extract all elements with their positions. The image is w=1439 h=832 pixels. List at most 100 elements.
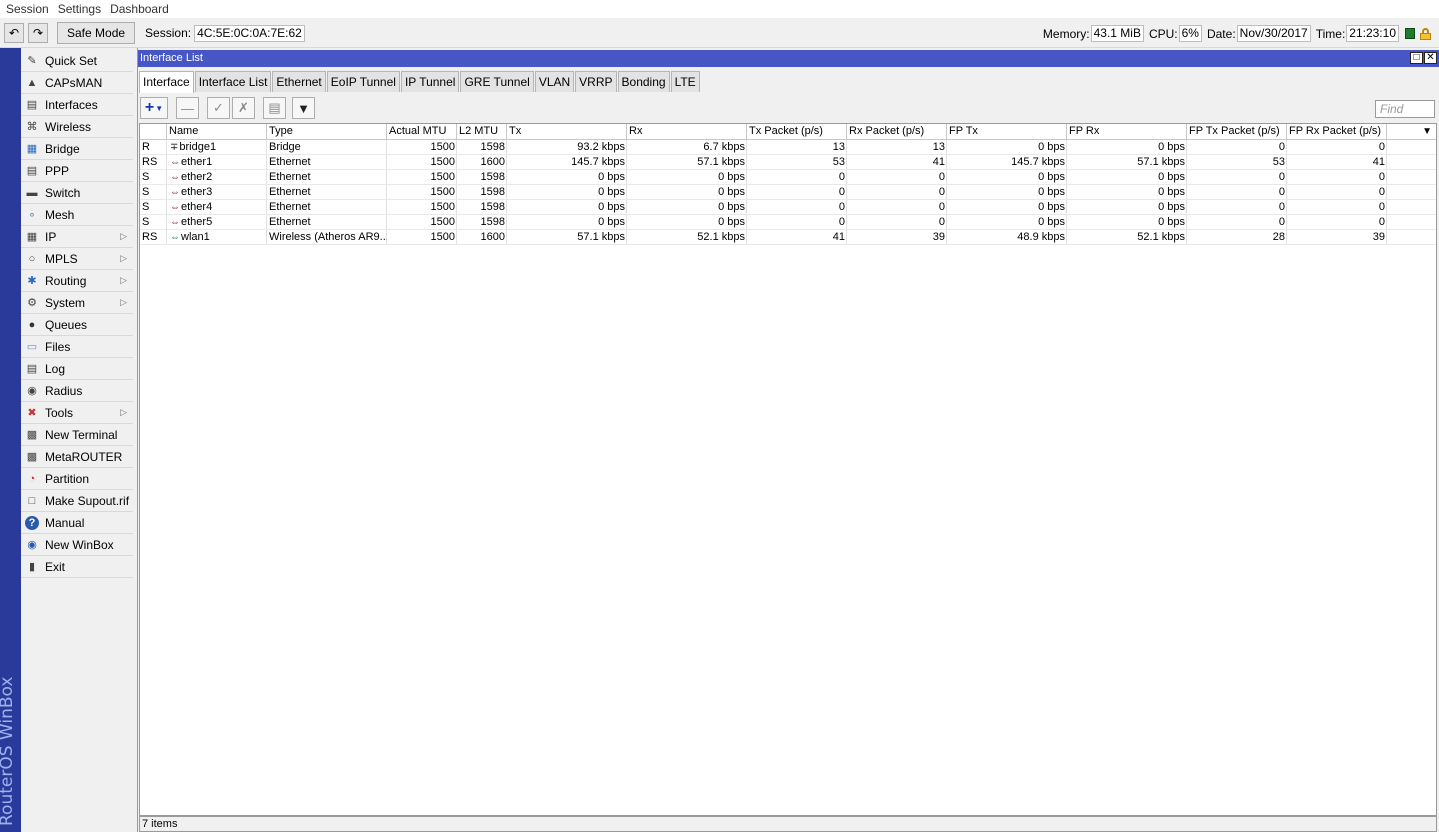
sidebar-item-system[interactable]: ⚙ System ▷ xyxy=(21,292,133,314)
row-fprx: 0 bps xyxy=(1158,216,1185,228)
maximize-button[interactable]: □ xyxy=(1410,52,1423,64)
sidebar-item-ppp[interactable]: ▤ PPP xyxy=(21,160,133,182)
sidebar-item-mesh[interactable]: ∘ Mesh xyxy=(21,204,133,226)
radius-icon: ◉ xyxy=(27,385,37,397)
column-header-fp-rx-packet-p-s[interactable]: FP Rx Packet (p/s) xyxy=(1287,124,1387,140)
redo-button[interactable]: ↷ xyxy=(28,23,48,43)
interface-table: Name Type Actual MTU L2 MTU Tx Rx Tx Packet (p… xyxy=(139,123,1437,816)
sidebar-item-ip[interactable]: ▦ IP ▷ xyxy=(21,226,133,248)
sidebar-item-switch[interactable]: ▬ Switch xyxy=(21,182,133,204)
close-button[interactable]: ✕ xyxy=(1424,52,1437,64)
column-header-rx[interactable]: Rx xyxy=(627,124,747,140)
sidebar-item-mpls[interactable]: ○ MPLS ▷ xyxy=(21,248,133,270)
sidebar-item-bridge[interactable]: ▦ Bridge xyxy=(21,138,133,160)
sidebar-item-new-winbox[interactable]: ◉ New WinBox xyxy=(21,534,133,556)
sidebar-item-label: Switch xyxy=(45,185,81,200)
sidebar-item-files[interactable]: ▭ Files xyxy=(21,336,133,358)
column-header-fp-tx[interactable]: FP Tx xyxy=(947,124,1067,140)
row-fprx: 52.1 kbps xyxy=(1137,231,1185,243)
column-header-tx-packet-p-s[interactable]: Tx Packet (p/s) xyxy=(747,124,847,140)
row-mtu: 1500 xyxy=(430,201,455,213)
column-header-fp-tx-packet-p-s[interactable]: FP Tx Packet (p/s) xyxy=(1187,124,1287,140)
sidebar-item-tools[interactable]: ✖ Tools ▷ xyxy=(21,402,133,424)
sidebar-item-log[interactable]: ▤ Log xyxy=(21,358,133,380)
sidebar-item-make-supout-rif[interactable]: □ Make Supout.rif xyxy=(21,490,133,512)
add-button[interactable]: + ▼ xyxy=(140,97,168,119)
disable-button[interactable]: ✗ xyxy=(232,97,255,119)
column-chooser-button[interactable]: ▼ xyxy=(1387,124,1436,140)
row-txp: 0 xyxy=(838,171,845,183)
tab-lte[interactable]: LTE xyxy=(670,71,700,92)
ppp-icon: ▤ xyxy=(26,165,38,177)
close-icon: ✕ xyxy=(1426,52,1435,63)
sidebar-item-wireless[interactable]: ⌘ Wireless xyxy=(21,116,133,138)
comment-button[interactable]: ▤ xyxy=(263,97,286,119)
row-mtu: 1500 xyxy=(430,156,455,168)
column-header-l2-mtu[interactable]: L2 MTU xyxy=(457,124,507,140)
tools-icon: ✖ xyxy=(27,407,37,419)
menu-session[interactable]: Session xyxy=(6,2,49,16)
sidebar-item-new-terminal[interactable]: ▩ New Terminal xyxy=(21,424,133,446)
row-l2mtu: 1598 xyxy=(480,141,505,153)
sidebar-item-label: Make Supout.rif xyxy=(45,493,130,508)
tab-ip-tunnel[interactable]: IP Tunnel xyxy=(400,71,460,92)
sidebar-item-metarouter[interactable]: ▩ MetaROUTER xyxy=(21,446,133,468)
sidebar-item-label: System xyxy=(45,295,86,310)
sidebar-item-label: CAPsMAN xyxy=(45,75,103,90)
column-header-type[interactable]: Type xyxy=(267,124,387,140)
undo-icon: ↶ xyxy=(8,26,20,40)
tab-vrrp[interactable]: VRRP xyxy=(575,71,617,92)
partition-icon: ◔ xyxy=(28,472,36,485)
column-header-rx-packet-p-s[interactable]: Rx Packet (p/s) xyxy=(847,124,947,140)
column-header-actual-mtu[interactable]: Actual MTU xyxy=(387,124,457,140)
sidebar-item-exit[interactable]: ▮ Exit xyxy=(21,556,133,578)
tab-interface[interactable]: Interface xyxy=(139,71,194,93)
find-input[interactable]: Find xyxy=(1375,100,1435,118)
tab-gre-tunnel[interactable]: GRE Tunnel xyxy=(460,71,534,92)
sidebar-item-queues[interactable]: ● Queues xyxy=(21,314,133,336)
menu-settings[interactable]: Settings xyxy=(58,2,101,16)
table-row[interactable]: RS ⇔ether1 Ethernet 1500 1600 145.7 kbps 57.1 … xyxy=(140,155,1436,170)
tab-bonding[interactable]: Bonding xyxy=(617,71,670,92)
table-row[interactable]: S ⇔ether2 Ethernet 1500 1598 0 bps 0 bps 0 0 0 bp… xyxy=(140,170,1436,185)
tab-ethernet[interactable]: Ethernet xyxy=(272,71,326,92)
table-row[interactable]: S ⇔ether5 Ethernet 1500 1598 0 bps 0 bps 0 0 0 bp… xyxy=(140,215,1436,230)
submenu-arrow-icon: ▷ xyxy=(120,231,127,241)
sidebar-item-partition[interactable]: ◔ Partition xyxy=(21,468,133,490)
sidebar-item-manual[interactable]: ? Manual xyxy=(21,512,133,534)
menu-dashboard[interactable]: Dashboard xyxy=(110,2,169,16)
table-row[interactable]: R ∓bridge1 Bridge 1500 1598 93.2 kbps 6.7 kbps… xyxy=(140,140,1436,155)
row-type: Wireless (Atheros AR9... xyxy=(269,231,387,243)
sidebar-item-radius[interactable]: ◉ Radius xyxy=(21,380,133,402)
table-row[interactable]: S ⇔ether3 Ethernet 1500 1598 0 bps 0 bps 0 0 0 bp… xyxy=(140,185,1436,200)
time-label: Time: xyxy=(1315,26,1346,41)
row-fptx: 0 bps xyxy=(1038,186,1065,198)
enable-button[interactable]: ✓ xyxy=(207,97,230,119)
remove-button[interactable]: — xyxy=(176,97,199,119)
column-header-fp-rx[interactable]: FP Rx xyxy=(1067,124,1187,140)
row-type: Ethernet xyxy=(269,201,311,213)
row-txp: 0 xyxy=(838,216,845,228)
sidebar-item-interfaces[interactable]: ▤ Interfaces xyxy=(21,94,133,116)
sidebar-item-capsman[interactable]: ▲ CAPsMAN xyxy=(21,72,133,94)
row-fptxp: 0 xyxy=(1278,201,1285,213)
sidebar-item-label: New Terminal xyxy=(45,427,118,442)
action-toolbar: + ▼ — ✓ ✗ ▤ ▼ xyxy=(140,96,323,120)
sidebar-item-quick-set[interactable]: ✎ Quick Set xyxy=(21,50,133,72)
tab-vlan[interactable]: VLAN xyxy=(534,71,575,92)
column-header-flags[interactable] xyxy=(140,124,167,140)
column-header-name[interactable]: Name xyxy=(167,124,267,140)
window-title-bar[interactable]: Interface List □ ✕ xyxy=(138,50,1439,67)
safe-mode-button[interactable]: Safe Mode xyxy=(57,22,136,44)
filter-button[interactable]: ▼ xyxy=(292,97,315,119)
undo-button[interactable]: ↶ xyxy=(4,23,24,43)
sidebar-item-routing[interactable]: ✱ Routing ▷ xyxy=(21,270,133,292)
table-row[interactable]: S ⇔ether4 Ethernet 1500 1598 0 bps 0 bps 0 0 0 bp… xyxy=(140,200,1436,215)
column-header-tx[interactable]: Tx xyxy=(507,124,627,140)
interface-list-window: Interface List □ ✕ Interface Interface Li… xyxy=(137,48,1439,832)
row-fptxp: 0 xyxy=(1278,216,1285,228)
tab-eoip-tunnel[interactable]: EoIP Tunnel xyxy=(326,71,400,92)
sidebar: ✎ Quick Set ▲ CAPsMAN ▤ Interfaces ⌘ Wireless ▦ B… xyxy=(21,48,135,832)
tab-interface-list[interactable]: Interface List xyxy=(194,71,272,92)
table-row[interactable]: RS ⇔wlan1 Wireless (Atheros AR9... 1500 1600… xyxy=(140,230,1436,245)
